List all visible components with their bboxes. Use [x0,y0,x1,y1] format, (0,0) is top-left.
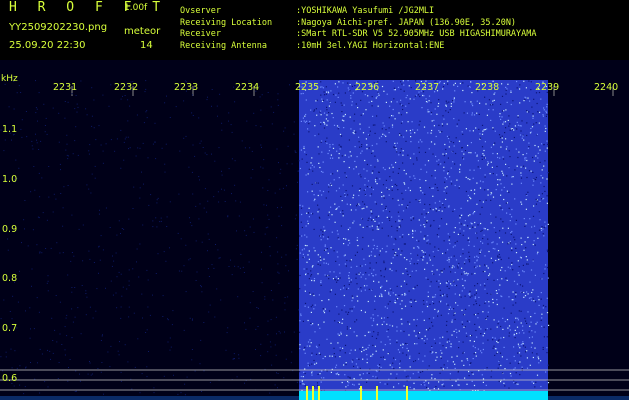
meteor-spike [376,386,378,400]
app-version: 1.00f [124,3,148,13]
info-row-location: Receiving Location:Nagoya Aichi-pref. JA… [180,17,517,28]
x-tick: 2239 [535,82,560,93]
x-tick: 2240 [594,82,619,93]
y-tick: 1.0 [2,174,18,185]
meteor-spike [318,386,320,400]
y-tick: 0.6 [2,373,18,384]
capture-datetime: 25.09.20 22:30 [9,40,86,51]
y-tick: 0.8 [2,273,18,284]
meteor-spike [312,386,314,400]
info-row-antenna: Receiving Antenna:10mH 3el.YAGI Horizont… [180,40,445,51]
meteor-spike [306,386,308,400]
spectrogram-canvas [0,80,629,400]
info-row-receiver: Receiver:SMart RTL-SDR V5 52.905MHz USB … [180,29,537,40]
x-tick: 2237 [415,82,440,93]
x-tick: 2233 [174,82,199,93]
y-tick: 0.9 [2,224,18,235]
y-tick: 1.1 [2,124,18,135]
meteor-label: meteor [124,26,161,37]
x-tick: 2235 [295,82,320,93]
x-tick: 2236 [355,82,380,93]
baseline-signal [299,391,548,400]
active-band [299,80,548,396]
meteor-count: 14 [140,40,153,51]
hroft-window: H R O F F T 1.00f YY2509202230.png meteo… [0,0,629,400]
station-info: Ovserver:YOSHIKAWA Yasufumi /JG2MLI Rece… [180,6,537,52]
meteor-spike [360,386,362,400]
image-filename: YY2509202230.png [9,22,108,33]
meteor-spike [406,386,408,400]
y-axis-unit: kHz [1,74,18,84]
x-tick: 2231 [53,82,78,93]
x-tick: 2238 [475,82,500,93]
spectrogram [0,60,629,400]
info-row-observer: Ovserver:YOSHIKAWA Yasufumi /JG2MLI [180,6,435,16]
x-tick: 2234 [235,82,260,93]
y-tick: 0.7 [2,323,18,334]
x-tick: 2232 [114,82,139,93]
